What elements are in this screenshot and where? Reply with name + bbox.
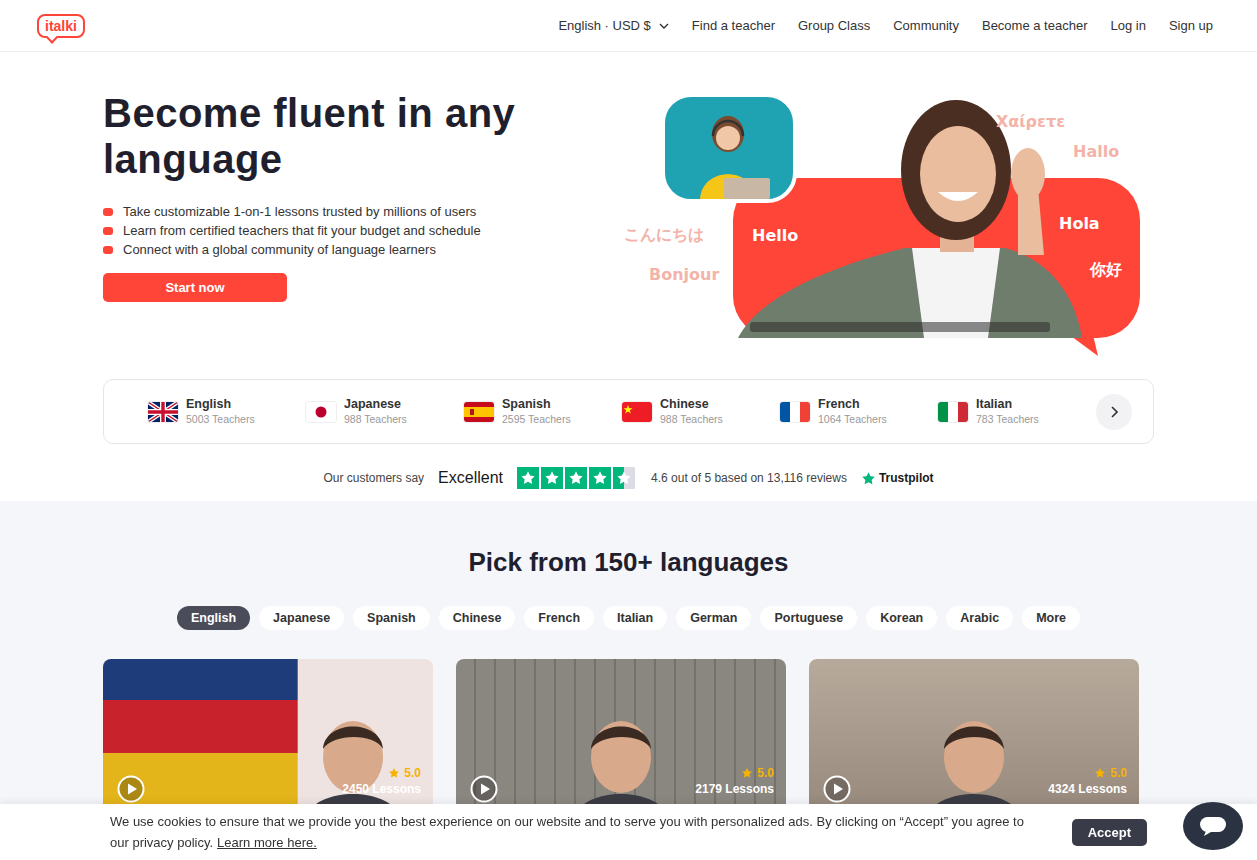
nav-link[interactable]: Become a teacher <box>982 16 1088 36</box>
language-item[interactable]: English5003 Teachers <box>148 397 306 426</box>
star-icon <box>541 467 563 489</box>
lesson-count: 2450 Lessons <box>342 781 421 797</box>
language-tab[interactable]: More <box>1022 606 1080 630</box>
bullet-dot-icon <box>103 227 113 235</box>
star-icon <box>741 767 753 779</box>
chat-icon <box>1198 814 1228 838</box>
language-item[interactable]: Spanish2595 Teachers <box>464 397 622 426</box>
language-tab[interactable]: Arabic <box>946 606 1013 630</box>
star-icon <box>1094 767 1106 779</box>
language-tab[interactable]: Spanish <box>353 606 430 630</box>
play-icon <box>117 775 145 803</box>
nav-links: English · USD $ Find a teacher Group Class… <box>558 16 1213 36</box>
chevron-down-icon <box>659 23 669 29</box>
hero-title: Become fluent in any language <box>103 90 603 182</box>
flag-icon <box>306 402 336 422</box>
feature-item: Learn from certified teachers that fit y… <box>103 221 620 240</box>
play-icon <box>470 775 498 803</box>
greeting-word: Hello <box>752 226 798 246</box>
start-now-button[interactable]: Start now <box>103 273 287 302</box>
rating-stars <box>517 467 637 489</box>
language-tab[interactable]: Portuguese <box>760 606 857 630</box>
lesson-count: 4324 Lessons <box>1048 781 1127 797</box>
flag-icon <box>780 402 810 422</box>
section-title: Pick from 150+ languages <box>0 547 1257 577</box>
chevron-right-icon <box>1110 406 1118 418</box>
hero-text: Become fluent in any language Take custom… <box>103 90 620 360</box>
language-strip: English5003 TeachersJapanese988 Teachers… <box>103 379 1154 444</box>
chat-button[interactable] <box>1183 802 1243 850</box>
greeting-word: Hola <box>1059 214 1100 234</box>
cookie-message: We use cookies to ensure that we provide… <box>110 811 1040 853</box>
star-icon <box>517 467 539 489</box>
learn-more-link[interactable]: Learn more here. <box>217 835 317 850</box>
accept-button[interactable]: Accept <box>1072 819 1147 846</box>
bullet-dot-icon <box>103 208 113 216</box>
cookie-banner: We use cookies to ensure that we provide… <box>0 804 1257 860</box>
nav-link[interactable]: Find a teacher <box>692 16 775 36</box>
flag-icon <box>148 402 178 422</box>
star-icon <box>388 767 400 779</box>
star-icon <box>613 467 635 489</box>
flag-icon <box>622 402 652 422</box>
next-languages-button[interactable] <box>1096 394 1132 430</box>
language-item[interactable]: French1064 Teachers <box>780 397 938 426</box>
language-tabs: English Japanese Spanish Chinese French Itali… <box>0 606 1257 630</box>
language-tab[interactable]: Japanese <box>259 606 344 630</box>
language-tab[interactable]: Chinese <box>439 606 516 630</box>
trustpilot-link[interactable]: Trustpilot <box>861 469 934 487</box>
teacher-rating: 5.0 <box>695 765 774 781</box>
language-tab[interactable]: German <box>676 606 751 630</box>
trustpilot-star-icon <box>861 471 876 486</box>
feature-item: Connect with a global community of langu… <box>103 240 620 259</box>
italki-logo[interactable]: italki <box>37 14 85 38</box>
greeting-word: Χαίρετε <box>996 112 1065 132</box>
language-item[interactable]: Chinese988 Teachers <box>622 397 780 426</box>
top-navbar: italki English · USD $ Find a teacher Group… <box>0 0 1257 52</box>
language-item[interactable]: Japanese988 Teachers <box>306 397 464 426</box>
flag-icon <box>464 402 494 422</box>
greeting-word: 你好 <box>1090 260 1122 280</box>
greeting-word: こんにちは <box>624 225 704 245</box>
nav-link[interactable]: Group Class <box>798 16 870 36</box>
hero-illustration: Χαίρετε Hallo こんにちは Hello Hola 你好 Bonjour <box>620 90 1140 360</box>
flag-icon <box>938 402 968 422</box>
nav-link[interactable]: Sign up <box>1169 16 1213 36</box>
trustpilot-row: Our customers sayExcellent4.6 out of 5 b… <box>0 466 1257 490</box>
language-tab[interactable]: French <box>524 606 594 630</box>
nav-link[interactable]: Community <box>893 16 959 36</box>
nav-link[interactable]: Log in <box>1110 16 1145 36</box>
locale-selector[interactable]: English · USD $ <box>558 16 668 36</box>
greeting-word: Bonjour <box>649 265 719 285</box>
lesson-count: 2179 Lessons <box>695 781 774 797</box>
teacher-rating: 5.0 <box>342 765 421 781</box>
teacher-rating: 5.0 <box>1048 765 1127 781</box>
language-tab[interactable]: English <box>177 606 250 630</box>
bullet-dot-icon <box>103 246 113 254</box>
star-icon <box>565 467 587 489</box>
play-icon <box>823 775 851 803</box>
language-tab[interactable]: Korean <box>866 606 937 630</box>
language-item[interactable]: Italian783 Teachers <box>938 397 1096 426</box>
hero-section: Become fluent in any language Take custom… <box>0 52 1257 360</box>
greeting-word: Hallo <box>1073 142 1119 162</box>
language-tab[interactable]: Italian <box>603 606 667 630</box>
star-icon <box>589 467 611 489</box>
feature-list: Take customizable 1-on-1 lessons trusted… <box>103 202 620 259</box>
feature-item: Take customizable 1-on-1 lessons trusted… <box>103 202 620 221</box>
